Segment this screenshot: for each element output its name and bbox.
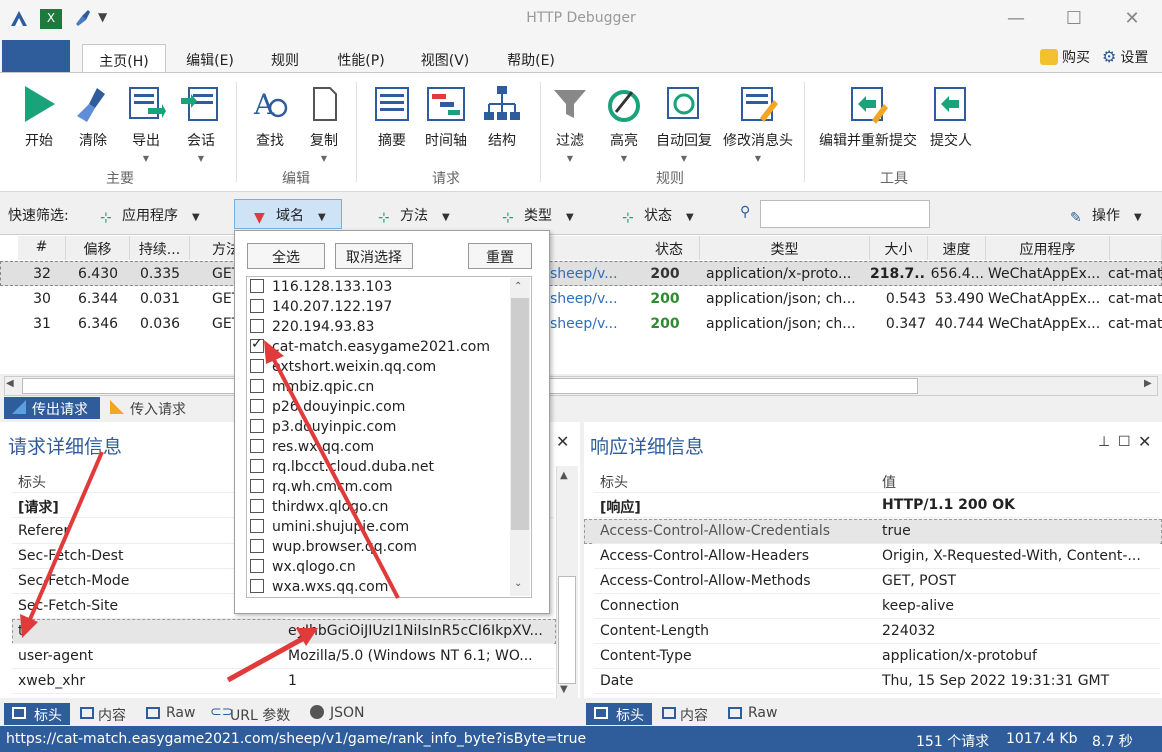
arrow-to-t-header [20,451,104,638]
arrow-to-t-value [226,628,318,683]
arrow-to-checked-domain [264,340,400,599]
annotation-arrows [20,340,400,683]
